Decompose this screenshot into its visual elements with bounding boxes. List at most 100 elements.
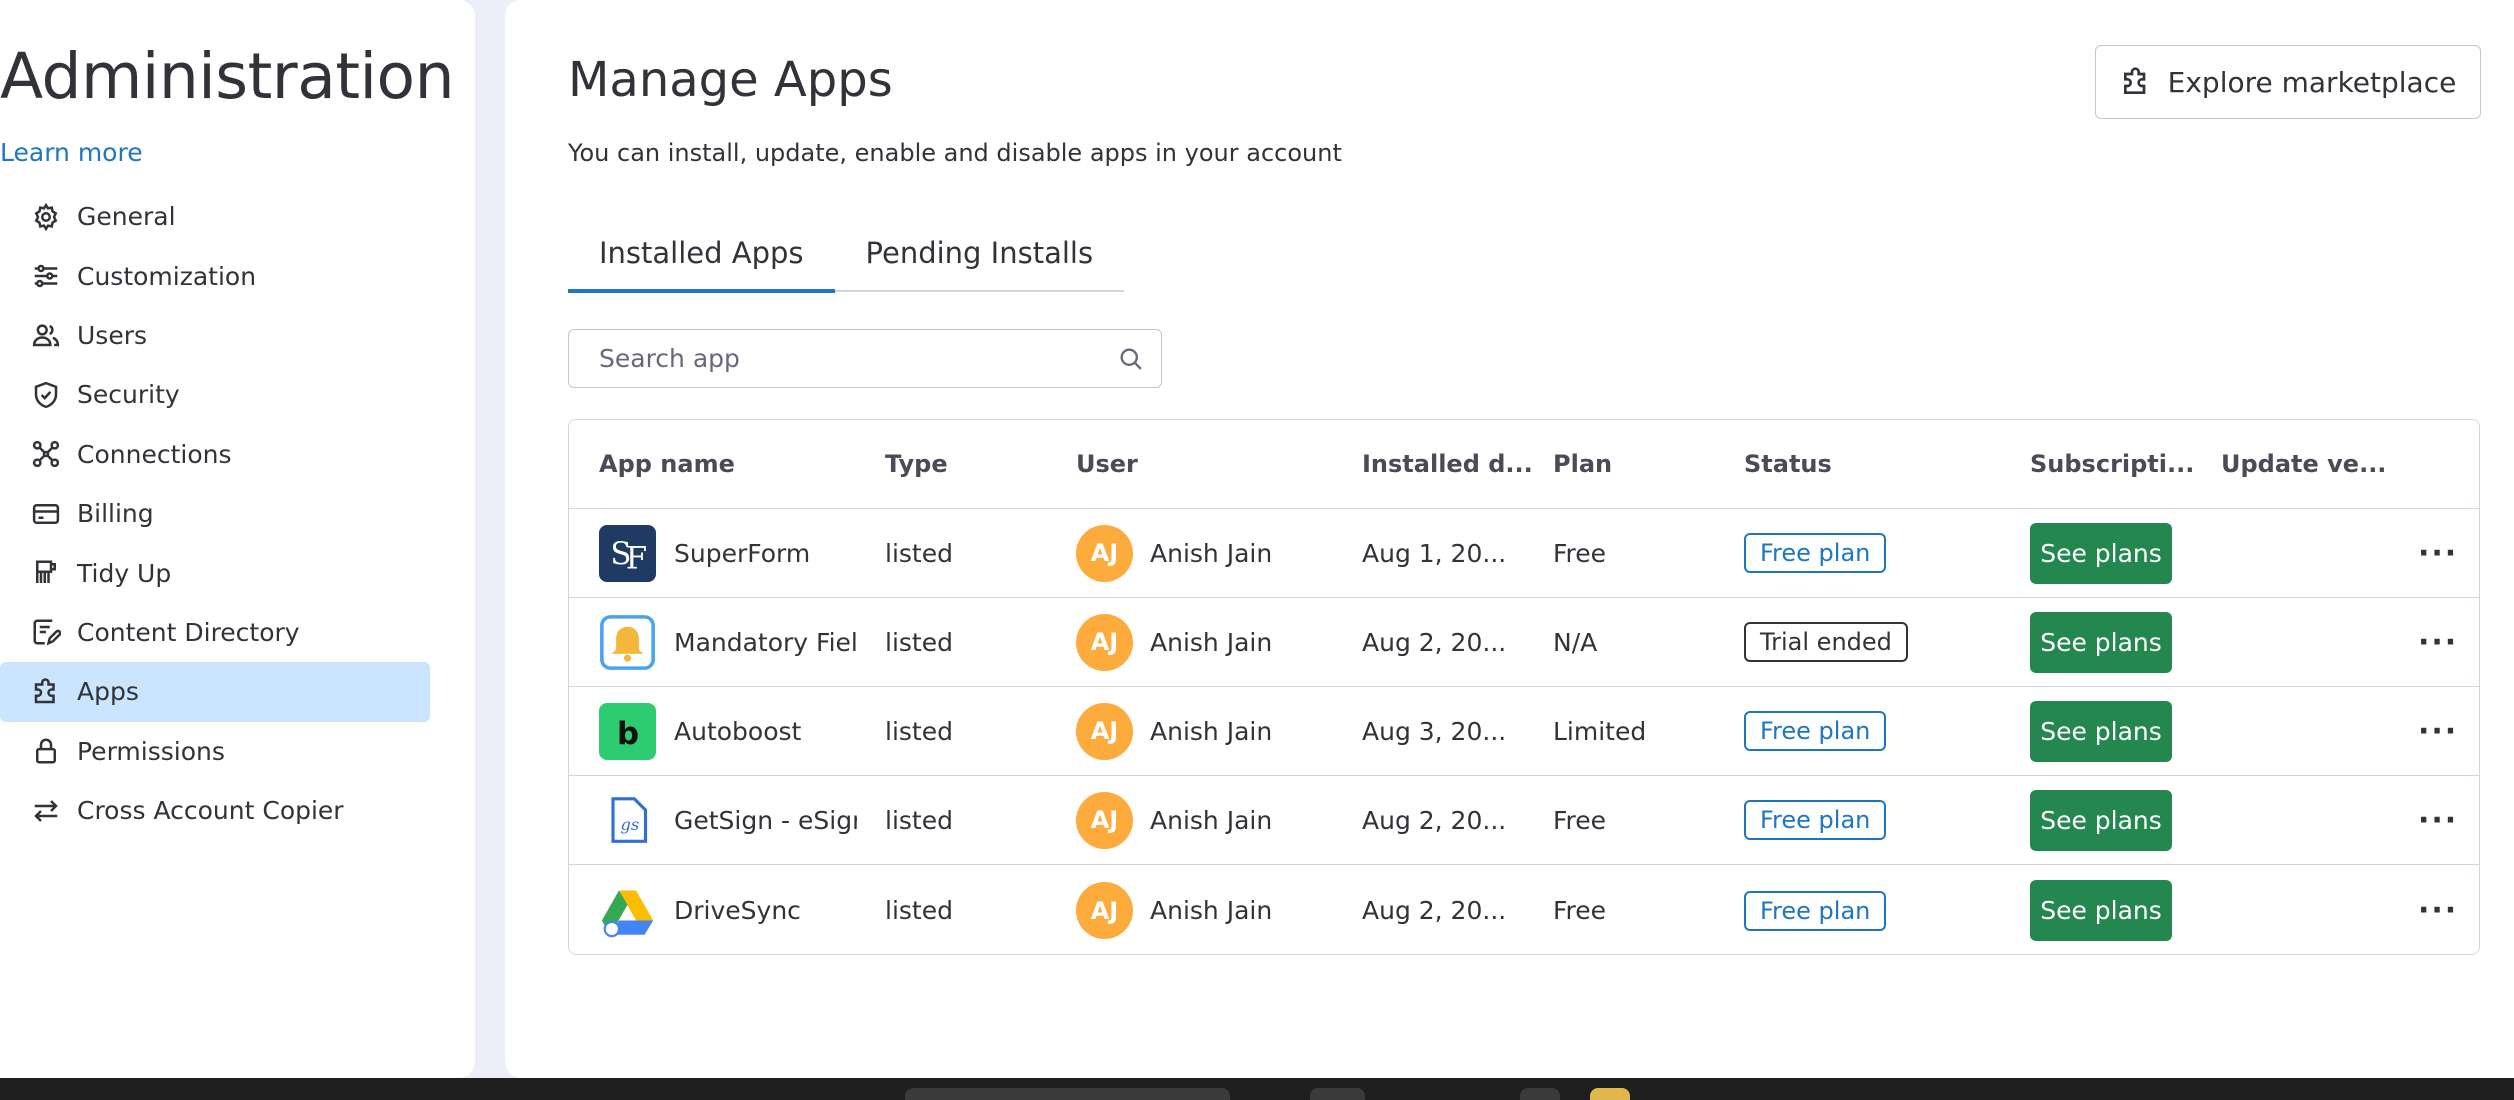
table-header-row: App name Type User Installed d... Plan S…: [569, 420, 2479, 509]
plan: Free: [1553, 538, 1607, 568]
autoboost-logo: b: [599, 702, 656, 760]
app-type: listed: [885, 896, 953, 925]
search-icon[interactable]: [1117, 345, 1145, 373]
sidebar-item-apps[interactable]: Apps: [0, 662, 430, 722]
column-header-subscription[interactable]: Subscripti...: [2030, 420, 2194, 508]
credit-card-icon: [30, 498, 62, 530]
plan: Limited: [1553, 716, 1647, 746]
more-options-icon[interactable]: ···: [2418, 536, 2458, 571]
user-name: Anish Jain: [1150, 538, 1273, 568]
column-header-status[interactable]: Status: [1744, 420, 1832, 508]
more-options-icon[interactable]: ···: [2418, 893, 2458, 928]
column-header-plan[interactable]: Plan: [1553, 420, 1612, 508]
status-badge: Free plan: [1744, 533, 1887, 573]
see-plans-button[interactable]: See plans: [2030, 700, 2172, 762]
apps-table: App name Type User Installed d... Plan S…: [568, 419, 2480, 955]
app-name: Mandatory Field: [674, 627, 857, 657]
puzzle-icon: [2123, 67, 2145, 94]
taskbar-app-icon[interactable]: [1590, 1088, 1630, 1100]
broom-icon: [30, 557, 62, 589]
more-options-icon[interactable]: ···: [2418, 625, 2458, 660]
column-header-update-version[interactable]: Update ve...: [2221, 420, 2386, 508]
sidebar-item-content-directory[interactable]: Content Directory: [0, 603, 430, 662]
main-panel: Manage Apps You can install, update, ena…: [505, 0, 2514, 1078]
installed-date: Aug 2, 20...: [1362, 896, 1507, 925]
sidebar-item-label: Cross Account Copier: [77, 796, 344, 826]
page-title: Manage Apps: [568, 52, 893, 108]
plan: Free: [1553, 805, 1607, 835]
sidebar-item-label: Security: [77, 380, 180, 410]
app-name: SuperForm: [674, 538, 811, 568]
taskbar-search[interactable]: [905, 1088, 1230, 1100]
installed-date: Aug 2, 20...: [1362, 627, 1507, 657]
status-badge: Trial ended: [1744, 622, 1908, 662]
svg-text:F: F: [625, 540, 646, 575]
avatar[interactable]: AJ: [1076, 524, 1133, 582]
sidebar-item-billing[interactable]: Billing: [0, 484, 430, 543]
sidebar-item-tidy-up[interactable]: Tidy Up: [0, 543, 430, 602]
search-box: [568, 329, 1162, 388]
superform-logo: SF: [599, 524, 656, 582]
see-plans-button[interactable]: See plans: [2030, 522, 2172, 584]
search-input[interactable]: [599, 344, 1117, 373]
os-taskbar: [0, 1078, 2514, 1100]
column-header-installed-date[interactable]: Installed d...: [1362, 420, 1533, 508]
taskbar-app-icon[interactable]: [1310, 1088, 1365, 1100]
sidebar-item-general[interactable]: General: [0, 187, 430, 246]
sidebar-item-permissions[interactable]: Permissions: [0, 722, 430, 781]
sidebar-item-connections[interactable]: Connections: [0, 425, 430, 484]
more-options-icon[interactable]: ···: [2418, 803, 2458, 838]
column-header-type[interactable]: Type: [885, 420, 948, 508]
sliders-icon: [30, 260, 62, 292]
sidebar-item-label: Permissions: [77, 736, 225, 766]
user-name: Anish Jain: [1150, 716, 1273, 746]
sidebar-item-customization[interactable]: Customization: [0, 246, 430, 305]
tab-installed-apps[interactable]: Installed Apps: [568, 222, 835, 293]
drivesync-logo: [599, 882, 656, 939]
learn-more-link[interactable]: Learn more: [0, 138, 143, 167]
more-options-icon[interactable]: ···: [2418, 714, 2458, 749]
see-plans-button[interactable]: See plans: [2030, 880, 2172, 941]
plan: N/A: [1553, 627, 1598, 657]
sidebar-item-label: Users: [77, 320, 148, 350]
gear-icon: [30, 201, 62, 233]
table-row[interactable]: Mandatory Field listed AJ Anish Jain Aug…: [569, 598, 2479, 687]
sidebar-item-cross-account-copier[interactable]: Cross Account Copier: [0, 781, 430, 840]
app-name: DriveSync: [674, 896, 801, 925]
avatar[interactable]: AJ: [1076, 613, 1133, 671]
table-row[interactable]: SF SuperForm listed AJ Anish Jain Aug 1,…: [569, 509, 2479, 598]
table-row[interactable]: DriveSync listed AJ Anish Jain Aug 2, 20…: [569, 865, 2479, 954]
column-header-app-name[interactable]: App name: [599, 420, 735, 508]
avatar[interactable]: AJ: [1076, 791, 1133, 849]
see-plans-button[interactable]: See plans: [2030, 611, 2172, 673]
see-plans-button[interactable]: See plans: [2030, 789, 2172, 851]
sidebar-nav: General Customization Users Security Con…: [0, 187, 430, 840]
app-type: listed: [885, 805, 953, 835]
sidebar-item-label: Content Directory: [77, 617, 300, 647]
column-header-user[interactable]: User: [1076, 420, 1138, 508]
sidebar-item-users[interactable]: Users: [0, 306, 430, 365]
avatar[interactable]: AJ: [1076, 702, 1133, 760]
page-heading-administration: Administration: [0, 40, 455, 113]
svg-text:gs: gs: [620, 815, 639, 834]
installed-date: Aug 1, 20...: [1362, 538, 1507, 568]
tab-pending-installs[interactable]: Pending Installs: [835, 222, 1125, 290]
sidebar-item-label: Customization: [77, 261, 257, 291]
shield-icon: [30, 379, 62, 411]
page-subtitle: You can install, update, enable and disa…: [568, 139, 1342, 167]
taskbar-app-icon[interactable]: [1520, 1088, 1560, 1100]
getsign-logo: gs: [599, 791, 656, 849]
explore-marketplace-button[interactable]: Explore marketplace: [2095, 45, 2481, 119]
sidebar-item-security[interactable]: Security: [0, 365, 430, 424]
installed-date: Aug 3, 20...: [1362, 716, 1507, 746]
status-badge: Free plan: [1744, 890, 1887, 931]
sidebar: Administration Learn more General Custom…: [0, 0, 475, 1078]
user-name: Anish Jain: [1150, 805, 1273, 835]
status-badge: Free plan: [1744, 711, 1887, 751]
avatar[interactable]: AJ: [1076, 882, 1133, 939]
sidebar-item-label: Tidy Up: [77, 558, 172, 588]
app-type: listed: [885, 538, 953, 568]
table-row[interactable]: gs GetSign - eSign listed AJ Anish Jain …: [569, 776, 2479, 865]
mandatory-field-logo: [599, 613, 656, 671]
table-row[interactable]: b Autoboost listed AJ Anish Jain Aug 3, …: [569, 687, 2479, 776]
